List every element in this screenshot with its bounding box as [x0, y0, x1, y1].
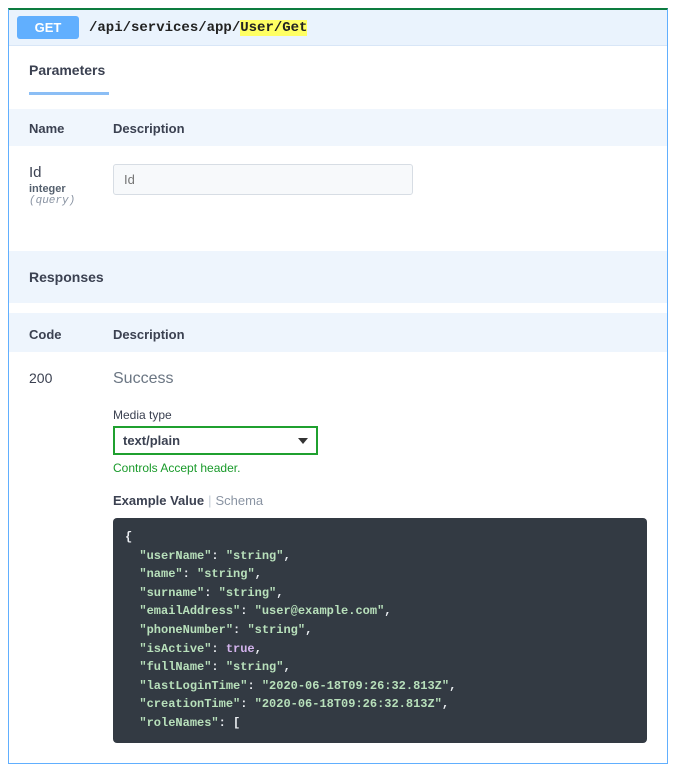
- example-code-block: { "userName": "string", "name": "string"…: [113, 518, 647, 743]
- response-status-text: Success: [113, 370, 647, 388]
- responses-table-header: Code Description: [9, 313, 667, 352]
- header-code: Code: [29, 327, 113, 342]
- api-operation-panel: GET /api/services/app/User/Get Parameter…: [8, 8, 668, 764]
- response-description: Success Media type text/plain Controls A…: [113, 370, 647, 743]
- operation-header[interactable]: GET /api/services/app/User/Get: [9, 10, 667, 46]
- header-name: Name: [29, 121, 113, 136]
- example-value-tab[interactable]: Example Value: [113, 493, 204, 508]
- endpoint-path: /api/services/app/User/Get: [89, 20, 307, 36]
- parameters-tab[interactable]: Parameters: [9, 46, 667, 88]
- header-resp-description: Description: [113, 327, 647, 342]
- schema-tab[interactable]: Schema: [215, 493, 263, 508]
- parameter-row: Id integer (query): [9, 146, 667, 251]
- header-description: Description: [113, 121, 647, 136]
- chevron-down-icon: [298, 438, 308, 444]
- parameter-name: Id: [29, 164, 42, 181]
- media-type-select[interactable]: text/plain: [113, 426, 318, 455]
- response-code: 200: [29, 370, 113, 386]
- parameter-location: (query): [29, 195, 113, 207]
- media-type-value: text/plain: [123, 433, 180, 448]
- parameters-table-header: Name Description: [9, 109, 667, 146]
- accept-header-note: Controls Accept header.: [113, 461, 647, 475]
- responses-section-title: Responses: [9, 251, 667, 303]
- response-row: 200 Success Media type text/plain Contro…: [9, 352, 667, 763]
- parameter-meta: Id integer (query): [29, 164, 113, 207]
- example-schema-toggle: Example Value|Schema: [113, 493, 647, 508]
- parameter-input-cell: [113, 164, 647, 207]
- parameter-type: integer: [29, 183, 113, 195]
- id-input[interactable]: [113, 164, 413, 195]
- http-method-badge: GET: [17, 16, 79, 39]
- path-prefix: /api/services/app/: [89, 20, 240, 36]
- media-type-label: Media type: [113, 408, 647, 422]
- path-highlight: User/Get: [240, 20, 307, 36]
